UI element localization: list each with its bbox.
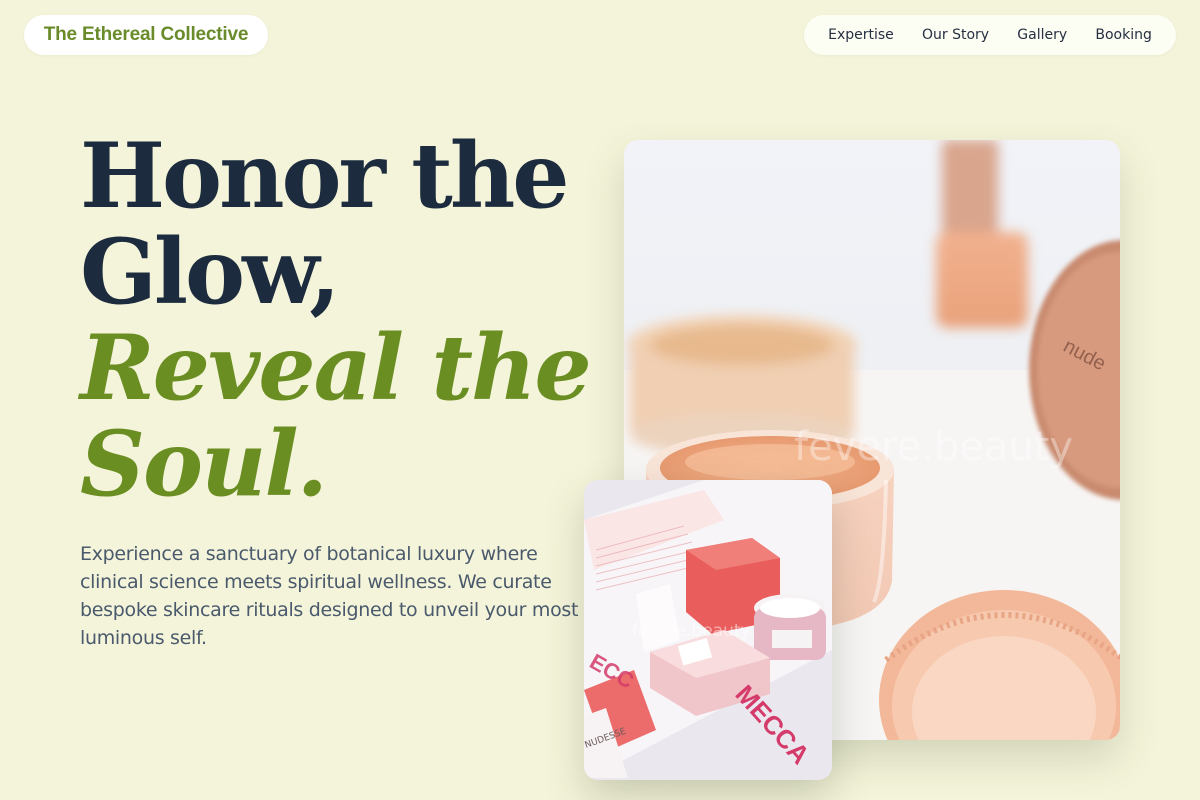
page: The Ethereal Collective Expertise Our St…	[0, 0, 1200, 800]
hero-description: Experience a sanctuary of botanical luxu…	[80, 543, 579, 649]
nav-link-booking[interactable]: Booking	[1095, 27, 1152, 43]
brand-logo-link[interactable]: The Ethereal Collective	[24, 15, 268, 55]
headline-accent-line-1: Reveal the	[80, 315, 592, 421]
nav-link-our-story[interactable]: Our Story	[922, 27, 989, 43]
headline-line-2: Glow,	[80, 219, 341, 325]
headline-accent-line-2: Soul.	[80, 411, 328, 517]
watermark-small: fevere.beauty	[632, 621, 751, 641]
nav-link-expertise[interactable]: Expertise	[828, 27, 894, 43]
skincare-products-illustration: NUDESSE MECCA ECC fevere.beauty	[584, 480, 832, 780]
headline-line-1: Honor the	[80, 123, 570, 229]
hero-secondary-image: NUDESSE MECCA ECC fevere.beauty	[584, 480, 832, 780]
brand-name: The Ethereal Collective	[43, 24, 249, 45]
main-nav: Expertise Our Story Gallery Booking	[804, 15, 1176, 55]
hero-headline: Honor the Glow, Reveal the Soul.	[80, 123, 592, 517]
watermark-main: fevere.beauty	[794, 424, 1073, 470]
nav-link-gallery[interactable]: Gallery	[1017, 27, 1067, 43]
